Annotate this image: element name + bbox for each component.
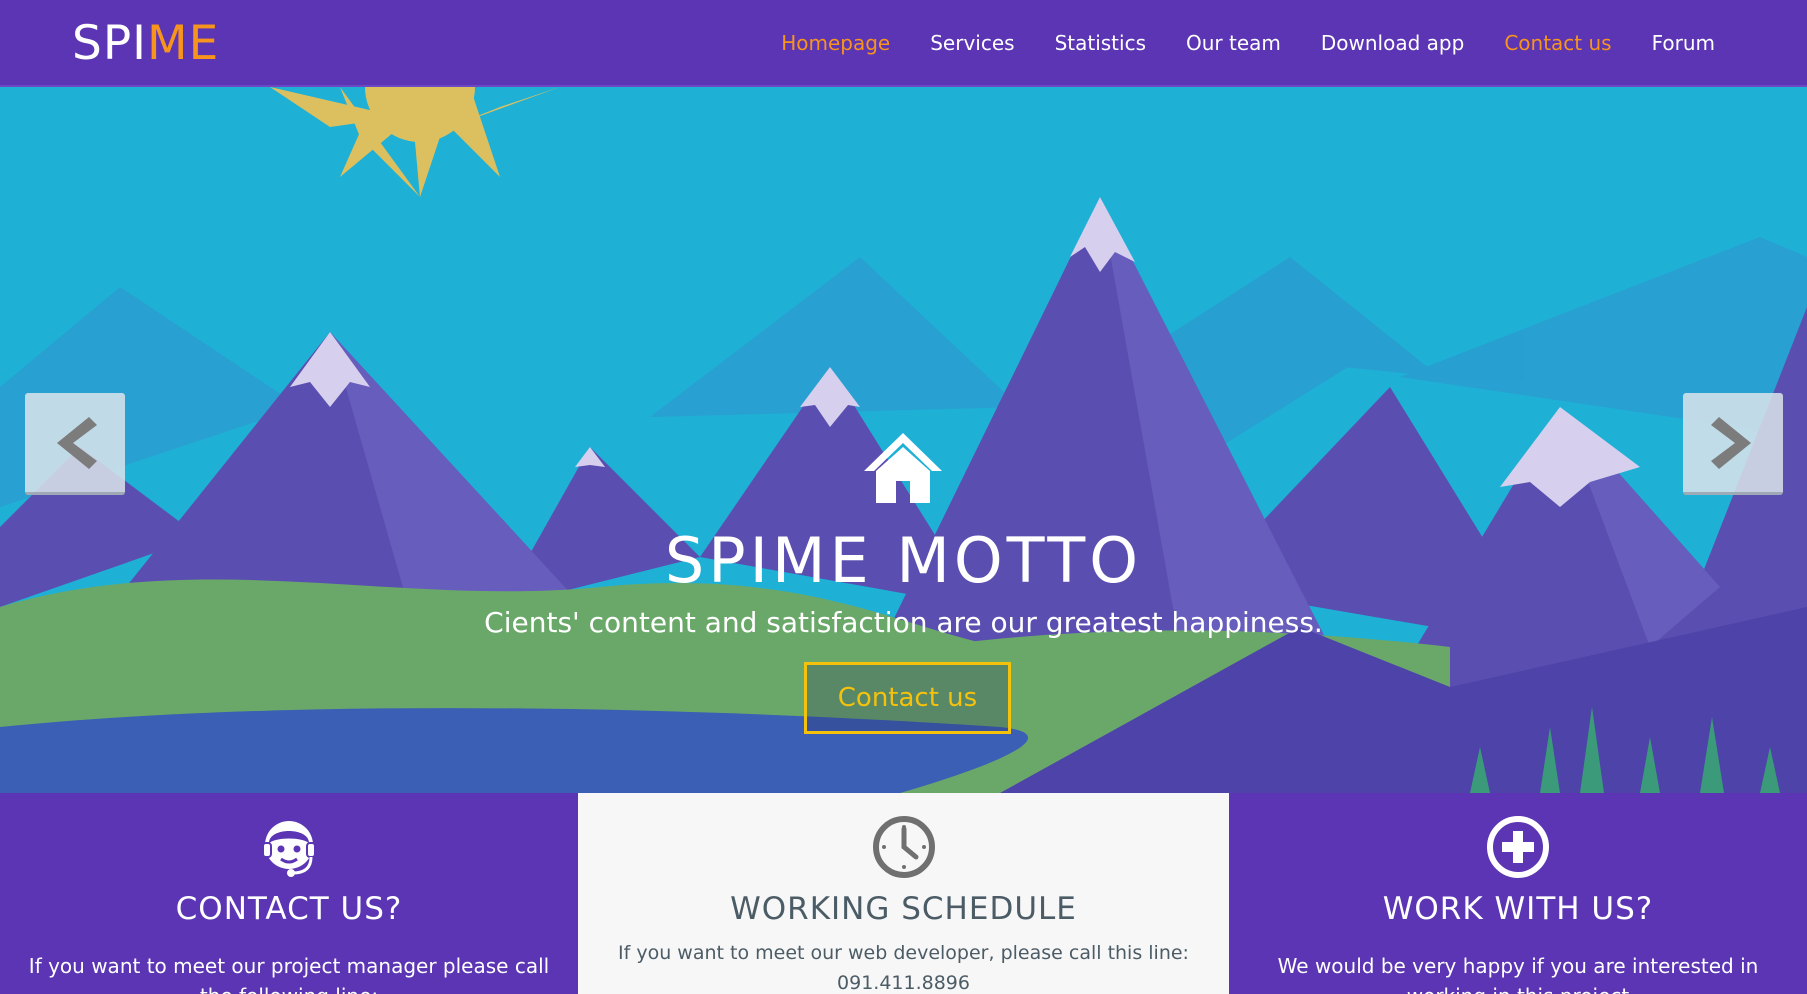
headset-support-icon bbox=[262, 821, 316, 877]
panel-contact-text: If you want to meet our project manager … bbox=[28, 954, 550, 994]
feature-panels: CONTACT US? If you want to meet our proj… bbox=[0, 793, 1807, 994]
nav-download-app[interactable]: Download app bbox=[1321, 31, 1464, 55]
panel-schedule-text: If you want to meet our web developer, p… bbox=[618, 942, 1189, 994]
nav-contact-us[interactable]: Contact us bbox=[1504, 31, 1611, 55]
nav-homepage[interactable]: Homepage bbox=[781, 31, 890, 55]
home-icon bbox=[864, 433, 942, 503]
hero-tagline: Cients' content and satisfaction are our… bbox=[484, 606, 1323, 639]
logo-part-spi: SPI bbox=[72, 16, 148, 71]
nav-forum[interactable]: Forum bbox=[1652, 31, 1715, 55]
top-navbar: SPIME Homepage Services Statistics Our t… bbox=[0, 0, 1807, 87]
site-logo[interactable]: SPIME bbox=[72, 16, 219, 71]
hero-carousel: SPIME MOTTO Cients' content and satisfac… bbox=[0, 87, 1807, 793]
hero-contact-button[interactable]: Contact us bbox=[804, 662, 1011, 734]
panel-contact: CONTACT US? If you want to meet our proj… bbox=[0, 793, 578, 994]
panel-work-text: We would be very happy if you are intere… bbox=[1277, 954, 1759, 994]
clock-icon bbox=[872, 816, 935, 878]
carousel-prev-button[interactable] bbox=[25, 393, 125, 495]
nav-services[interactable]: Services bbox=[930, 31, 1014, 55]
panel-work-with-us: WORK WITH US? We would be very happy if … bbox=[1229, 793, 1807, 994]
panel-schedule-title: WORKING SCHEDULE bbox=[730, 891, 1077, 927]
plus-circle-icon bbox=[1487, 816, 1549, 878]
panel-work-title: WORK WITH US? bbox=[1382, 891, 1654, 927]
nav-our-team[interactable]: Our team bbox=[1186, 31, 1281, 55]
logo-part-me: ME bbox=[147, 16, 220, 71]
hero-title: SPIME MOTTO bbox=[664, 524, 1143, 597]
panel-schedule: WORKING SCHEDULE If you want to meet our… bbox=[578, 793, 1229, 994]
chevron-right-icon bbox=[1711, 416, 1751, 469]
nav-statistics[interactable]: Statistics bbox=[1055, 31, 1146, 55]
chevron-left-icon bbox=[57, 416, 97, 469]
main-nav: Homepage Services Statistics Our team Do… bbox=[781, 31, 1715, 55]
panel-contact-title: CONTACT US? bbox=[175, 891, 403, 927]
carousel-next-button[interactable] bbox=[1683, 393, 1783, 495]
